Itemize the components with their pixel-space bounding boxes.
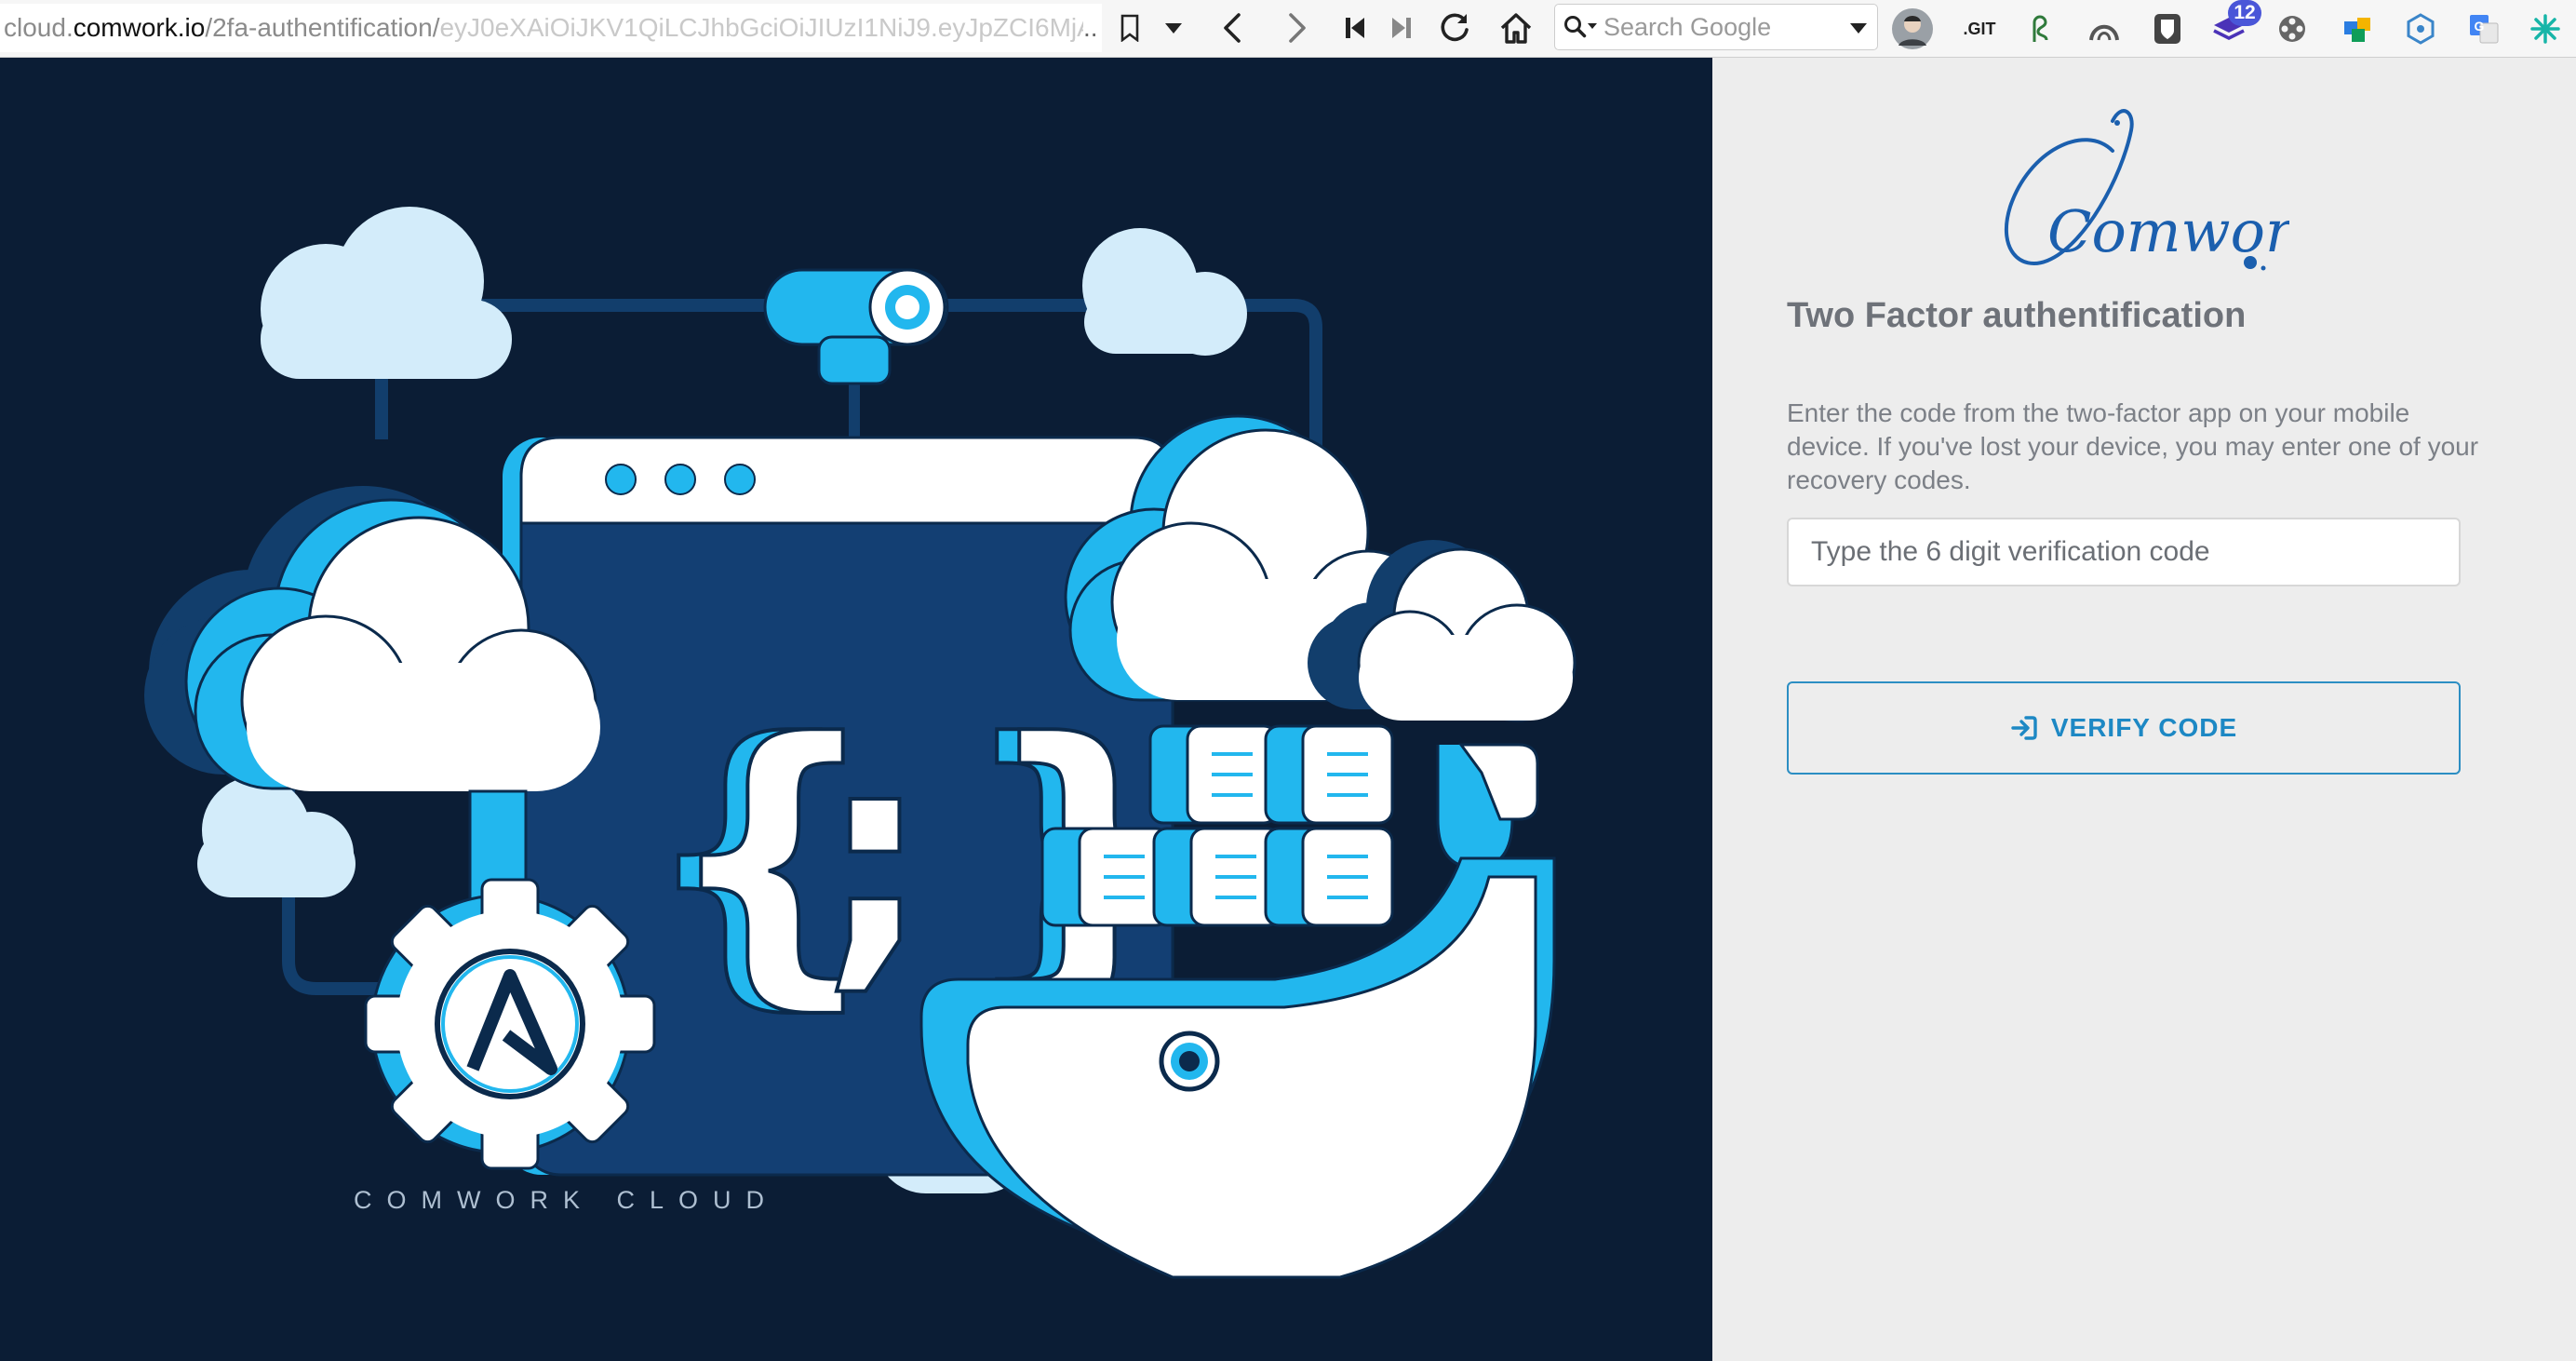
translate-icon[interactable]: G — [2462, 7, 2505, 50]
page-title: Two Factor authentification — [1787, 296, 2247, 335]
film-reel-icon[interactable] — [2271, 7, 2314, 50]
extension-badge: 12 — [2228, 0, 2261, 26]
comwork-logo: Comwork — [1973, 95, 2328, 276]
browser-toolbar: cloud.comwork.io/2fa-authentification/ey… — [0, 0, 2576, 58]
svg-text:G: G — [2475, 19, 2485, 34]
search-box[interactable]: Search Google — [1554, 4, 1878, 50]
url-prefix: cloud. — [4, 13, 74, 42]
arc-extension-icon[interactable] — [2083, 7, 2126, 50]
avatar[interactable] — [1891, 7, 1934, 50]
url-ellipsis: .. — [1083, 4, 1102, 52]
skip-back-icon[interactable] — [1336, 7, 1374, 48]
brand-caption: COMWORK CLOUD — [354, 1186, 779, 1214]
sign-in-icon — [2011, 716, 2037, 740]
gear-graphic — [364, 878, 656, 1170]
git-extension-label: .GIT — [1963, 19, 1996, 38]
logo-wordmark: Comwork — [2047, 197, 2289, 265]
hexagon-extension-icon[interactable] — [2399, 7, 2442, 50]
reload-icon[interactable] — [1433, 7, 1476, 48]
address-bar[interactable]: cloud.comwork.io/2fa-authentification/ey… — [0, 4, 1100, 52]
search-dropdown-icon[interactable] — [1849, 21, 1868, 39]
url-host: comwork.io — [73, 13, 206, 42]
verify-code-label: VERIFY CODE — [2050, 713, 2238, 742]
skip-forward-icon[interactable] — [1383, 7, 1420, 48]
bitwarden-shield-icon[interactable] — [2146, 7, 2189, 50]
bookmark-icon[interactable] — [1113, 7, 1147, 48]
hero-illustration: { { ; } } — [0, 58, 1712, 1361]
git-extension-icon[interactable]: .GIT — [1958, 7, 2001, 50]
url-token: eyJ0eXAiOiJKV1QiLCJhbGciOiJIUzI1NiJ9.eyJ… — [439, 13, 1094, 42]
two-factor-panel: Comwork Two Factor authentification Ente… — [1712, 58, 2576, 1361]
search-placeholder: Search Google — [1603, 13, 1772, 41]
connector-device — [763, 268, 949, 385]
sparkle-extension-icon[interactable] — [2524, 7, 2567, 50]
leaf-extension-icon[interactable] — [2019, 7, 2062, 50]
svg-text:;: ; — [819, 693, 931, 1017]
chevron-right-icon[interactable] — [1279, 7, 1316, 48]
search-icon — [1563, 14, 1600, 45]
chevron-left-icon[interactable] — [1214, 7, 1251, 48]
instructions-text: Enter the code from the two-factor app o… — [1787, 398, 2479, 494]
verify-code-button[interactable]: VERIFY CODE — [1787, 681, 2461, 775]
pale-cloud — [261, 207, 512, 379]
verification-code-input[interactable] — [1787, 518, 2461, 586]
cloud-devops-illustration: { { ; } } — [144, 207, 1576, 1279]
pale-cloud — [1082, 228, 1247, 356]
url-dropdown-icon[interactable] — [1158, 7, 1189, 48]
pale-cloud — [197, 776, 356, 897]
url-path: /2fa-authentification/ — [205, 13, 440, 42]
home-icon[interactable] — [1495, 7, 1537, 48]
multicolor-extension-icon[interactable] — [2336, 7, 2379, 50]
